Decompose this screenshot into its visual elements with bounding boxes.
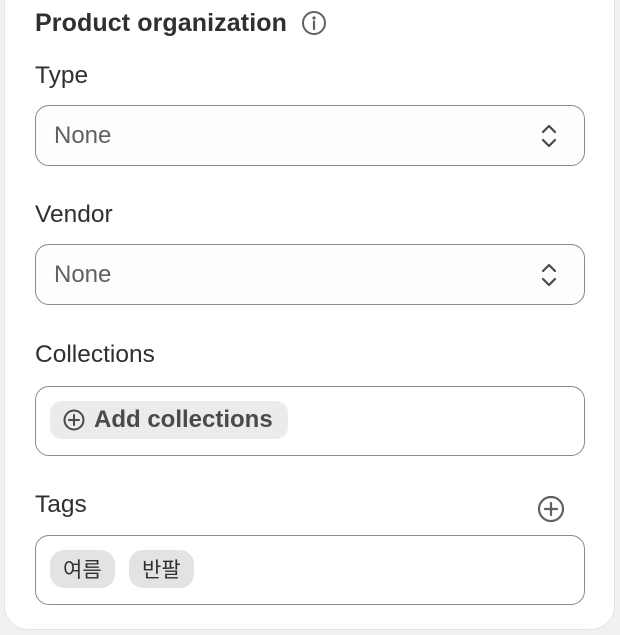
select-chevrons-icon <box>538 260 560 290</box>
tag-chip[interactable]: 여름 <box>50 550 115 588</box>
section-header: Product organization <box>35 6 327 40</box>
type-select[interactable]: None <box>35 105 585 166</box>
vendor-label: Vendor <box>35 201 113 228</box>
add-tag-icon[interactable] <box>536 494 566 524</box>
tag-chip[interactable]: 반팔 <box>129 550 194 588</box>
add-collections-button[interactable]: Add collections <box>50 401 288 439</box>
plus-circle-icon <box>62 408 86 432</box>
collections-label: Collections <box>35 341 155 368</box>
collections-field[interactable]: Add collections <box>35 386 585 456</box>
tags-field[interactable]: 여름 반팔 <box>35 535 585 605</box>
tags-label: Tags <box>35 491 87 518</box>
type-select-value: None <box>54 121 112 149</box>
info-icon[interactable] <box>301 10 327 36</box>
vendor-select[interactable]: None <box>35 244 585 305</box>
add-collections-label: Add collections <box>94 406 273 433</box>
select-chevrons-icon <box>538 121 560 151</box>
section-title: Product organization <box>35 8 287 37</box>
type-label: Type <box>35 62 89 89</box>
vendor-select-value: None <box>54 260 112 288</box>
